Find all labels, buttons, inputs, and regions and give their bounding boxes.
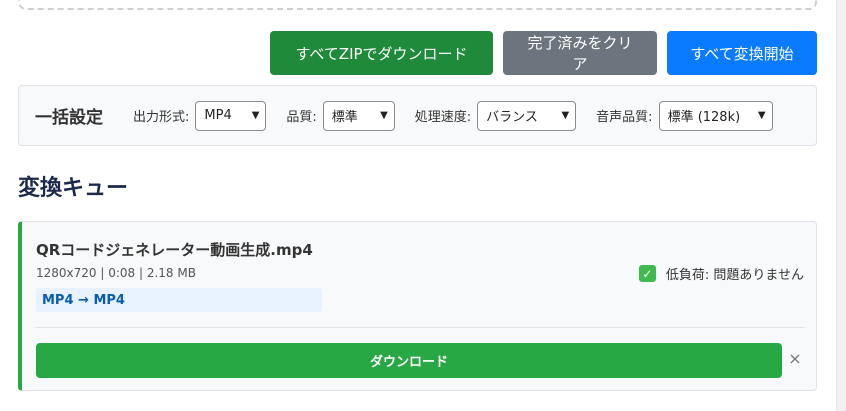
speed-value: バランス <box>486 110 538 125</box>
quality-value: 標準 <box>331 110 358 125</box>
format-value: MP4 <box>204 108 232 123</box>
divider <box>36 327 804 328</box>
bulk-settings: 一括設定 出力形式: MP4 ▼ 品質: 標準 ▼ 処理速度: バランス ▼ 音… <box>18 85 817 146</box>
load-status: ✓ 低負荷: 問題ありません <box>638 264 804 283</box>
audio-label: 音声品質: <box>596 110 653 125</box>
queue-title: 変換キュー <box>18 176 129 201</box>
download-all-zip-button[interactable]: すべてZIPでダウンロード <box>270 31 493 75</box>
audio-field: 音声品質: 標準 (128k) ▼ <box>596 100 773 131</box>
file-name: QRコードジェネレーター動画生成.mp4 <box>36 241 313 259</box>
quality-label: 品質: <box>286 110 317 125</box>
top-actions: すべてZIPでダウンロード 完了済みをクリア すべて変換開始 <box>270 31 817 75</box>
speed-field: 処理速度: バランス ▼ <box>414 100 577 131</box>
quality-select[interactable]: 標準 ▼ <box>322 100 395 131</box>
speed-label: 処理速度: <box>414 110 472 125</box>
bulk-settings-title: 一括設定 <box>35 108 103 128</box>
clear-completed-button[interactable]: 完了済みをクリア <box>503 31 657 75</box>
close-icon[interactable]: × <box>786 350 804 368</box>
queue-item: QRコードジェネレーター動画生成.mp4 1280x720 | 0:08 | 2… <box>18 221 817 391</box>
chevron-down-icon: ▼ <box>561 110 570 121</box>
audio-value: 標準 (128k) <box>667 110 741 125</box>
quality-field: 品質: 標準 ▼ <box>286 100 395 131</box>
chevron-down-icon: ▼ <box>757 110 766 121</box>
speed-select[interactable]: バランス ▼ <box>477 100 577 131</box>
download-button[interactable]: ダウンロード <box>36 343 782 378</box>
load-status-text: 低負荷: 問題ありません <box>665 268 804 283</box>
audio-select[interactable]: 標準 (128k) ▼ <box>658 100 773 131</box>
format-select[interactable]: MP4 ▼ <box>195 100 267 131</box>
start-all-button[interactable]: すべて変換開始 <box>667 31 817 75</box>
format-label: 出力形式: <box>133 110 190 125</box>
chevron-down-icon: ▼ <box>380 110 388 121</box>
file-meta: 1280x720 | 0:08 | 2.18 MB <box>36 266 196 280</box>
format-field: 出力形式: MP4 ▼ <box>133 100 267 131</box>
check-icon: ✓ <box>638 265 656 282</box>
dropzone-edge[interactable] <box>18 0 817 10</box>
scrollbar[interactable] <box>836 0 846 411</box>
conversion-badge: MP4 → MP4 <box>36 288 322 312</box>
chevron-down-icon: ▼ <box>251 110 260 121</box>
